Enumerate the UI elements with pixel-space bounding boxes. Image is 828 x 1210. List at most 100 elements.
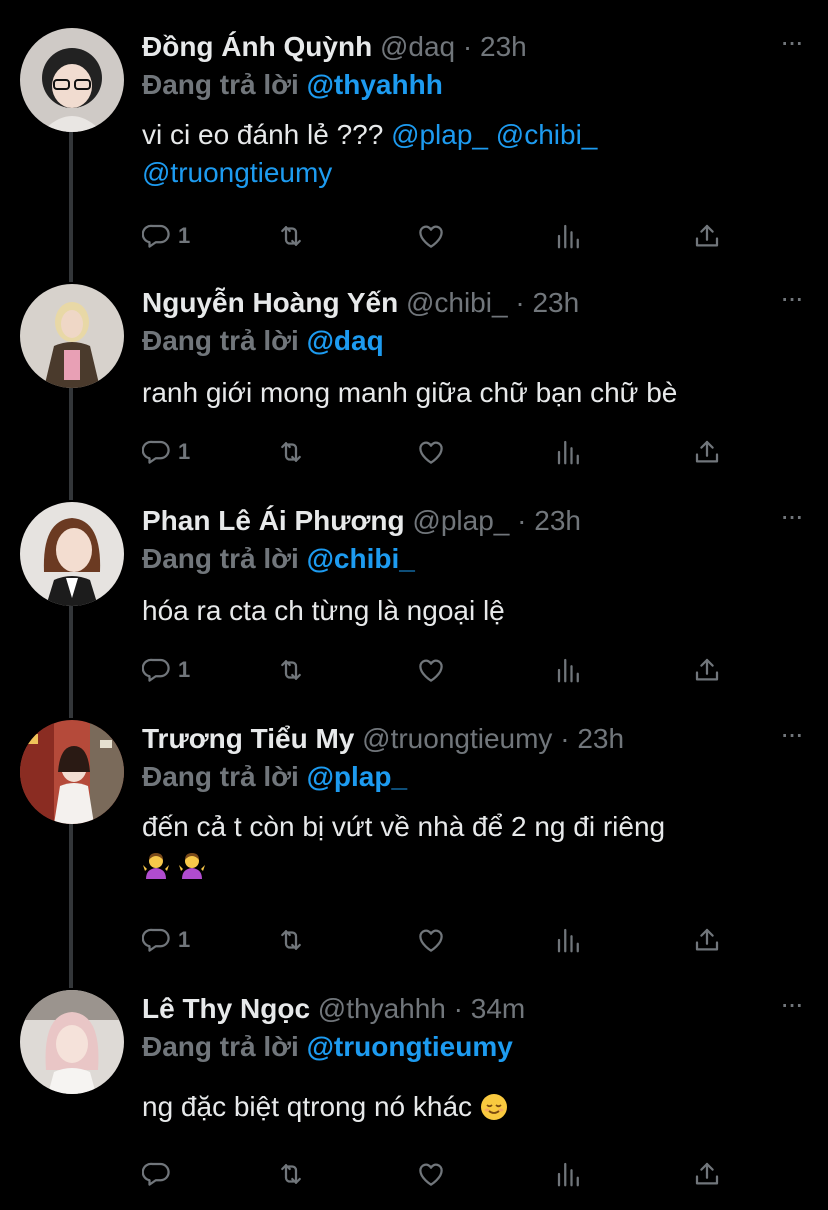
- tweet-actions: 1: [142, 650, 732, 690]
- display-name[interactable]: Lê Thy Ngọc: [142, 993, 310, 1024]
- avatar[interactable]: [20, 284, 124, 388]
- more-icon[interactable]: ···: [776, 990, 806, 1024]
- reply-prefix: Đang trả lời: [142, 543, 299, 574]
- retweet-button[interactable]: [276, 216, 306, 256]
- retweet-button[interactable]: [276, 920, 306, 960]
- reply-prefix: Đang trả lời: [142, 1031, 299, 1062]
- tweet-text-content: hóa ra cta ch từng là ngoại lệ: [142, 595, 505, 626]
- tweet-actions: 1: [142, 216, 732, 256]
- like-button[interactable]: [416, 1154, 446, 1194]
- reply-to-mention[interactable]: @daq: [307, 325, 384, 356]
- tweet-text-content: ranh giới mong manh giữa chữ bạn chữ bè: [142, 377, 678, 408]
- reply-to-mention[interactable]: @plap_: [307, 761, 407, 792]
- share-button[interactable]: [692, 650, 722, 690]
- avatar[interactable]: [20, 28, 124, 132]
- thread-line: [69, 132, 73, 282]
- share-button[interactable]: [692, 920, 722, 960]
- separator-dot: ·: [560, 723, 570, 754]
- views-button[interactable]: [554, 216, 584, 256]
- share-icon: [692, 655, 722, 685]
- views-icon: [554, 1159, 584, 1189]
- thread-line: [69, 388, 73, 500]
- views-icon: [554, 221, 584, 251]
- handle[interactable]: @thyahhh: [318, 993, 446, 1024]
- like-button[interactable]: [416, 432, 446, 472]
- like-icon: [416, 221, 446, 251]
- views-button[interactable]: [554, 650, 584, 690]
- tweet-header: Phan Lê Ái Phương @plap_ · 23h: [142, 502, 806, 540]
- like-icon: [416, 1159, 446, 1189]
- like-icon: [416, 925, 446, 955]
- replying-to: Đang trả lời @plap_: [142, 758, 806, 796]
- more-icon[interactable]: ···: [776, 502, 806, 536]
- views-button[interactable]: [554, 432, 584, 472]
- timestamp[interactable]: 23h: [577, 723, 624, 754]
- reply-thread: Đồng Ánh Quỳnh @daq · 23h ··· Đang trả l…: [0, 0, 828, 1210]
- reply-icon: [142, 437, 172, 467]
- timestamp[interactable]: 23h: [480, 31, 527, 62]
- tweet-text-content: ng đặc biệt qtrong nó khác: [142, 1091, 480, 1122]
- reply-count: 1: [178, 223, 191, 248]
- retweet-icon: [276, 437, 306, 467]
- share-button[interactable]: [692, 216, 722, 256]
- handle[interactable]: @daq: [380, 31, 455, 62]
- views-icon: [554, 925, 584, 955]
- reply-count: 1: [178, 439, 191, 464]
- reply-button[interactable]: 1: [142, 920, 190, 960]
- person-shrugging-emoji: [142, 851, 170, 879]
- tweet-text: ranh giới mong manh giữa chữ bạn chữ bè: [142, 374, 806, 412]
- thread-line: [69, 606, 73, 718]
- reply-button[interactable]: 1: [142, 432, 190, 472]
- tweet-text: vi ci eo đánh lẻ ??? @plap_ @chibi_ @tru…: [142, 116, 806, 192]
- separator-dot: ·: [462, 31, 473, 62]
- share-icon: [692, 437, 722, 467]
- timestamp[interactable]: 23h: [534, 505, 581, 536]
- more-icon[interactable]: ···: [776, 720, 806, 754]
- like-button[interactable]: [416, 650, 446, 690]
- retweet-icon: [276, 925, 306, 955]
- retweet-icon: [276, 221, 306, 251]
- reply-to-mention[interactable]: @thyahhh: [307, 69, 443, 100]
- mention-link[interactable]: @chibi_: [496, 119, 598, 150]
- display-name[interactable]: Phan Lê Ái Phương: [142, 505, 405, 536]
- tweet-text: đến cả t còn bị vứt về nhà để 2 ng đi ri…: [142, 808, 806, 884]
- handle[interactable]: @truongtieumy: [362, 723, 552, 754]
- like-button[interactable]: [416, 216, 446, 256]
- views-button[interactable]: [554, 920, 584, 960]
- reply-icon: [142, 1159, 172, 1189]
- reply-button[interactable]: 1: [142, 650, 190, 690]
- reply-button[interactable]: 1: [142, 216, 190, 256]
- like-button[interactable]: [416, 920, 446, 960]
- reply-to-mention[interactable]: @chibi_: [307, 543, 415, 574]
- reply-prefix: Đang trả lời: [142, 325, 299, 356]
- mention-link[interactable]: @plap_: [391, 119, 488, 150]
- avatar[interactable]: [20, 502, 124, 606]
- display-name[interactable]: Trương Tiểu My: [142, 723, 354, 754]
- tweet-header: Trương Tiểu My @truongtieumy · 23h: [142, 720, 806, 758]
- avatar[interactable]: [20, 720, 124, 824]
- display-name[interactable]: Nguyễn Hoàng Yến: [142, 287, 398, 318]
- timestamp[interactable]: 23h: [532, 287, 579, 318]
- timestamp[interactable]: 34m: [471, 993, 525, 1024]
- tweet-text-content: vi ci eo đánh lẻ ???: [142, 119, 392, 150]
- views-button[interactable]: [554, 1154, 584, 1194]
- retweet-button[interactable]: [276, 650, 306, 690]
- reply-button[interactable]: [142, 1154, 178, 1194]
- reply-icon: [142, 655, 172, 685]
- reply-to-mention[interactable]: @truongtieumy: [307, 1031, 513, 1062]
- retweet-button[interactable]: [276, 432, 306, 472]
- more-icon[interactable]: ···: [776, 284, 806, 318]
- share-button[interactable]: [692, 1154, 722, 1194]
- retweet-icon: [276, 655, 306, 685]
- replying-to: Đang trả lời @chibi_: [142, 540, 806, 578]
- avatar[interactable]: [20, 990, 124, 1094]
- share-button[interactable]: [692, 432, 722, 472]
- reply-icon: [142, 221, 172, 251]
- display-name[interactable]: Đồng Ánh Quỳnh: [142, 31, 372, 62]
- retweet-button[interactable]: [276, 1154, 306, 1194]
- handle[interactable]: @plap_: [412, 505, 509, 536]
- more-icon[interactable]: ···: [776, 28, 806, 62]
- tweet-actions: [142, 1154, 732, 1194]
- handle[interactable]: @chibi_: [406, 287, 508, 318]
- mention-link[interactable]: @truongtieumy: [142, 157, 332, 188]
